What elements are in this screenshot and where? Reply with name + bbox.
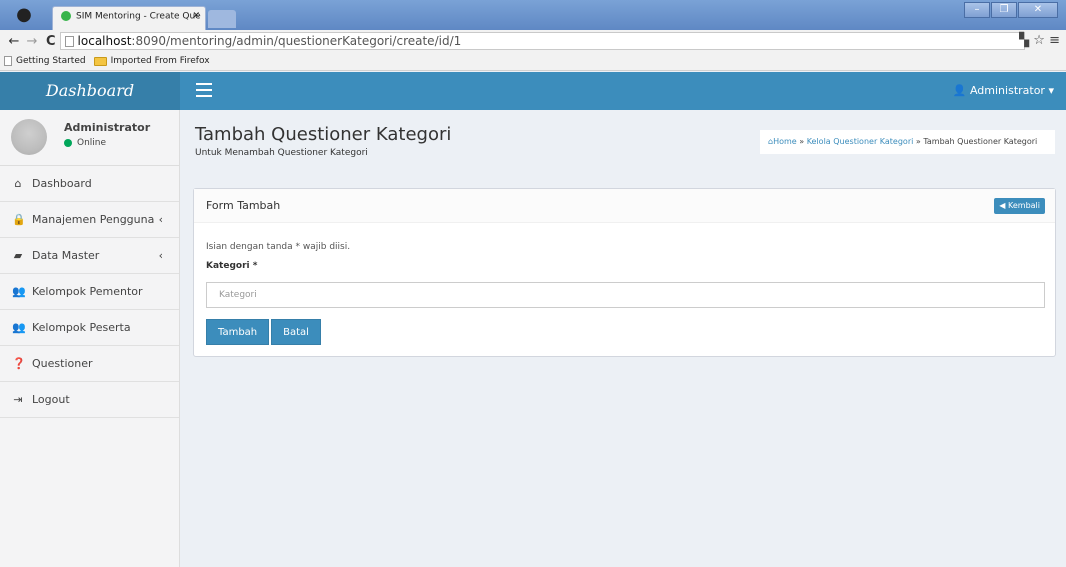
sidebar-item-label: Dashboard [32,177,92,190]
kategori-input[interactable] [206,282,1045,308]
close-window-icon[interactable]: ✕ [1018,2,1058,18]
user-name: Administrator [64,121,151,134]
maximize-icon[interactable]: ❐ [991,2,1017,18]
arrow-circle-left-icon: ◀ [999,201,1006,210]
page-icon [64,35,74,47]
window-controls: – ❐ ✕ [963,2,1058,20]
new-tab-button[interactable] [208,10,236,28]
sidebar-toggle-icon[interactable] [196,83,212,97]
chevron-left-icon: ‹ [158,213,163,226]
sidebar: Administrator Online ⌂ Dashboard 🔒 Manaj… [0,110,180,567]
back-button[interactable]: ◀ Kembali [994,198,1045,214]
close-tab-icon[interactable]: ✕ [192,11,200,21]
star-icon[interactable]: ☆ [1033,33,1045,48]
browser-titlebar: ● SIM Mentoring - Create Que ✕ – ❐ ✕ [0,0,1066,30]
minimize-icon[interactable]: – [964,2,990,18]
sidebar-item-label: Kelompok Pementor [32,285,143,298]
form-box-title: Form Tambah [206,199,281,212]
form-box-header: Form Tambah ◀ Kembali [194,189,1055,223]
avatar [11,119,47,155]
main-content: Tambah Questioner Kategori Untuk Menamba… [181,110,1066,567]
breadcrumb-current: Tambah Questioner Kategori [923,137,1038,146]
tab-title: SIM Mentoring - Create Que [76,11,201,22]
kategori-label: Kategori * [206,261,258,271]
folder-icon [93,56,107,66]
user-status-label: Online [77,138,107,148]
home-icon: ⌂ [14,177,22,190]
user-panel: Administrator Online [0,110,179,166]
bookmark-label: Getting Started [16,56,86,66]
chevron-left-icon: ‹ [158,249,163,262]
page-title: Tambah Questioner Kategori [195,124,452,145]
incognito-icon: ● [16,4,32,25]
lock-icon: 🔒 [12,213,26,226]
sidebar-item-data-master[interactable]: ▰ Data Master ‹ [0,238,179,274]
url-path: :8090/mentoring/admin/questionerKategori… [131,34,462,48]
online-dot-icon [64,139,72,147]
browser-tools: ▚ ☆ ≡ [1019,33,1060,48]
back-arrow-icon[interactable]: ← [6,34,22,49]
tambah-button[interactable]: Tambah [206,319,270,345]
sidebar-item-manajemen-pengguna[interactable]: 🔒 Manajemen Pengguna ‹ [0,202,179,238]
breadcrumb-home[interactable]: ⌂Home [768,137,797,146]
bookmark-imported-from-firefox[interactable]: Imported From Firefox [93,56,210,66]
browser-tab[interactable]: SIM Mentoring - Create Que ✕ [52,6,206,30]
url-host: localhost [77,34,132,48]
forward-arrow-icon[interactable]: → [24,34,40,49]
bookmarks-bar: Getting Started Imported From Firefox [0,52,1066,71]
sidebar-item-label: Data Master [32,249,100,262]
menu-icon[interactable]: ≡ [1049,33,1060,48]
app-header: Dashboard 👤 Administrator ▾ [0,72,1066,110]
tab-favicon-icon [61,11,71,21]
user-icon: 👤 [952,84,967,97]
bookmark-getting-started[interactable]: Getting Started [4,56,86,66]
address-bar[interactable]: localhost:8090/mentoring/admin/questione… [59,32,1025,50]
browser-toolbar: ← → C localhost:8090/mentoring/admin/que… [0,30,1066,52]
sidebar-item-logout[interactable]: ⇥ Logout [0,382,179,418]
batal-button[interactable]: Batal [271,319,321,345]
breadcrumb-parent[interactable]: Kelola Questioner Kategori [807,137,914,146]
bookmark-label: Imported From Firefox [110,56,210,66]
users-icon: 👥 [12,321,26,334]
user-menu[interactable]: 👤 Administrator ▾ [953,72,1054,110]
sign-out-icon: ⇥ [13,393,23,406]
sidebar-item-kelompok-peserta[interactable]: 👥 Kelompok Peserta [0,310,179,346]
sidebar-item-kelompok-pementor[interactable]: 👥 Kelompok Pementor [0,274,179,310]
sidebar-item-label: Logout [32,393,70,406]
brand-logo[interactable]: Dashboard [0,72,180,110]
form-box: Form Tambah ◀ Kembali Isian dengan tanda… [193,188,1056,357]
back-button-label: Kembali [1008,201,1040,210]
breadcrumb: ⌂Home » Kelola Questioner Kategori » Tam… [760,130,1055,154]
book-icon: ▰ [13,249,23,262]
sidebar-item-label: Questioner [32,357,93,370]
reload-icon[interactable]: C [46,34,56,49]
users-icon: 👥 [12,285,26,298]
form-actions: Tambah Batal [206,319,321,345]
form-hint: Isian dengan tanda * wajib diisi. [206,242,351,252]
page-subtitle: Untuk Menambah Questioner Kategori [195,148,368,158]
translate-icon[interactable]: ▚ [1019,33,1029,48]
page-icon [4,56,12,66]
caret-down-icon: ▾ [1048,84,1054,97]
user-menu-label: Administrator [969,84,1045,97]
question-icon: ❓ [12,357,26,370]
sidebar-item-dashboard[interactable]: ⌂ Dashboard [0,166,179,202]
user-status: Online [64,138,106,148]
sidebar-item-label: Kelompok Peserta [32,321,131,334]
sidebar-item-questioner[interactable]: ❓ Questioner [0,346,179,382]
sidebar-item-label: Manajemen Pengguna [32,213,155,226]
